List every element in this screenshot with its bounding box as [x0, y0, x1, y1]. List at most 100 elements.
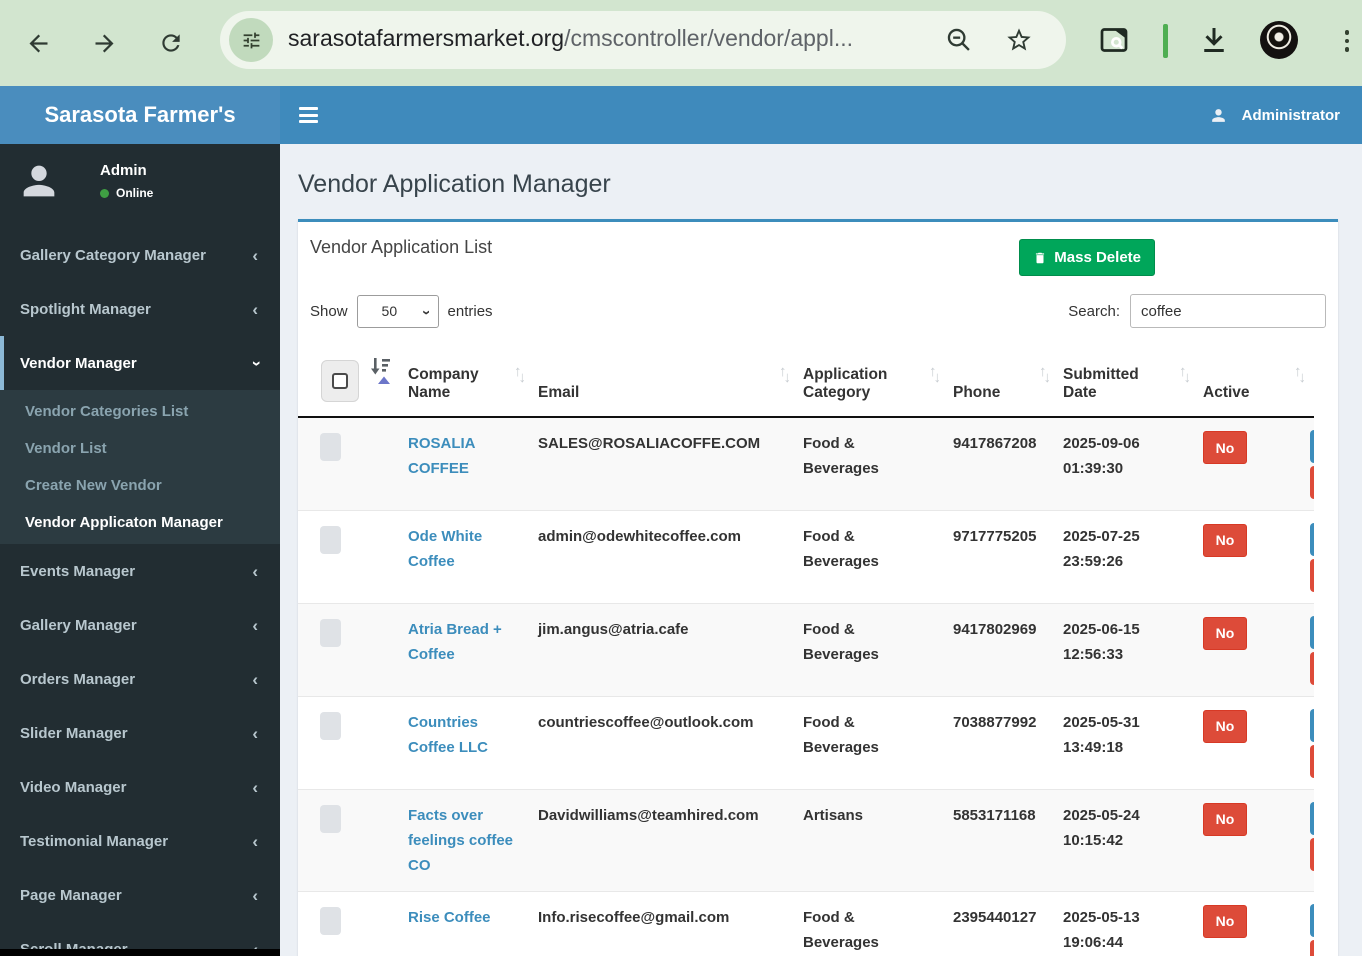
company-link[interactable]: Atria Bread + Coffee [408, 621, 502, 663]
sidebar-item-page-manager[interactable]: Page Manager‹ [0, 868, 280, 922]
hamburger-menu-icon[interactable] [299, 107, 318, 123]
active-toggle-button[interactable]: No [1203, 905, 1247, 938]
sort-arrows-icon[interactable]: ↑↓ [929, 366, 938, 383]
row-checkbox[interactable] [320, 619, 341, 647]
mass-delete-button[interactable]: Mass Delete [1019, 239, 1155, 276]
col-header-active[interactable]: Active↑↓ [1193, 352, 1308, 417]
page-length-select[interactable]: 50 ‹ [357, 295, 439, 328]
sort-arrows-icon[interactable]: ↑↓ [779, 366, 788, 383]
chrome-menu-icon[interactable] [1340, 24, 1354, 58]
col-header-category[interactable]: Application Category↑↓ [793, 352, 943, 417]
back-icon[interactable] [21, 26, 55, 60]
row-checkbox[interactable] [320, 712, 341, 740]
company-link[interactable]: Countries Coffee LLC [408, 714, 488, 756]
view-button[interactable] [1310, 523, 1314, 556]
row-select-cell [298, 417, 398, 510]
user-panel: Admin Online [0, 144, 280, 218]
reload-icon[interactable] [154, 26, 188, 60]
sort-arrows-icon[interactable]: ↑↓ [514, 366, 523, 383]
sidebar-subitem-vendor-categories-list[interactable]: Vendor Categories List [0, 393, 280, 430]
sort-arrows-icon[interactable]: ↑↓ [1179, 366, 1188, 383]
company-cell: Atria Bread + Coffee [398, 603, 528, 696]
search-label: Search: [1068, 303, 1120, 320]
table-row: Rise CoffeeInfo.risecoffee@gmail.comFood… [298, 891, 1314, 956]
active-cell: No [1193, 510, 1308, 603]
panel-title: Vendor Application List [310, 237, 492, 257]
profile-avatar[interactable] [1260, 21, 1298, 59]
category-cell: Food & Beverages [793, 603, 943, 696]
sidebar-item-testimonial-manager[interactable]: Testimonial Manager‹ [0, 814, 280, 868]
view-button[interactable] [1310, 430, 1314, 463]
actions-cell [1308, 417, 1314, 510]
bookmark-star-icon[interactable] [1005, 26, 1033, 54]
sidebar-item-vendor-manager[interactable]: Vendor Manager‹ [0, 336, 280, 390]
sidebar-item-spotlight-manager[interactable]: Spotlight Manager‹ [0, 282, 280, 336]
delete-button[interactable] [1310, 838, 1314, 871]
delete-button[interactable] [1310, 940, 1314, 956]
view-button[interactable] [1310, 802, 1314, 835]
forward-icon[interactable] [87, 26, 121, 60]
active-toggle-button[interactable]: No [1203, 617, 1247, 650]
col-header-submitted[interactable]: Submitted Date↑↓ [1053, 352, 1193, 417]
row-select-cell [298, 891, 398, 956]
sidebar-subitem-vendor-list[interactable]: Vendor List [0, 430, 280, 467]
select-all-checkbox[interactable] [321, 360, 359, 402]
row-checkbox[interactable] [320, 526, 341, 554]
company-link[interactable]: ROSALIA COFFEE [408, 435, 475, 477]
actions-cell [1308, 696, 1314, 789]
sidebar-item-gallery-manager[interactable]: Gallery Manager‹ [0, 598, 280, 652]
search-tabs-icon[interactable] [1096, 22, 1132, 58]
category-cell: Artisans [793, 789, 943, 891]
col-header-phone[interactable]: Phone↑↓ [943, 352, 1053, 417]
sidebar-item-events-manager[interactable]: Events Manager‹ [0, 544, 280, 598]
actions-cell [1308, 603, 1314, 696]
chevron-left-icon: ‹ [252, 779, 258, 796]
sort-arrows-icon[interactable]: ↑↓ [1294, 366, 1303, 383]
zoom-out-icon[interactable] [945, 26, 973, 54]
row-checkbox[interactable] [320, 805, 341, 833]
view-button[interactable] [1310, 709, 1314, 742]
active-toggle-button[interactable]: No [1203, 710, 1247, 743]
brand-title: Sarasota Farmer's [0, 86, 280, 144]
email-cell: jim.angus@atria.cafe [528, 603, 793, 696]
col-header-email[interactable]: Email↑↓ [528, 352, 793, 417]
company-link[interactable]: Ode White Coffee [408, 528, 482, 570]
sidebar-item-orders-manager[interactable]: Orders Manager‹ [0, 652, 280, 706]
sidebar-subitem-create-new-vendor[interactable]: Create New Vendor [0, 467, 280, 504]
select-all-header [298, 352, 398, 417]
delete-button[interactable] [1310, 559, 1314, 592]
company-cell: Ode White Coffee [398, 510, 528, 603]
row-checkbox[interactable] [320, 433, 341, 461]
active-toggle-button[interactable]: No [1203, 431, 1247, 464]
sidebar-subitem-vendor-applicaton-manager[interactable]: Vendor Applicaton Manager [0, 504, 280, 541]
category-cell: Food & Beverages [793, 696, 943, 789]
view-button[interactable] [1310, 904, 1314, 937]
row-checkbox[interactable] [320, 907, 341, 935]
company-link[interactable]: Facts over feelings coffee CO [408, 807, 513, 874]
chevron-left-icon: ‹ [252, 301, 258, 318]
active-toggle-button[interactable]: No [1203, 524, 1247, 557]
category-cell: Food & Beverages [793, 891, 943, 956]
delete-button[interactable] [1310, 745, 1314, 778]
sidebar-item-gallery-category-manager[interactable]: Gallery Category Manager‹ [0, 228, 280, 282]
sort-arrows-icon[interactable]: ↑↓ [1039, 366, 1048, 383]
sidebar-item-video-manager[interactable]: Video Manager‹ [0, 760, 280, 814]
download-icon[interactable] [1196, 22, 1232, 58]
table-row: Ode White Coffeeadmin@odewhitecoffee.com… [298, 510, 1314, 603]
view-button[interactable] [1310, 616, 1314, 649]
active-toggle-button[interactable]: No [1203, 803, 1247, 836]
administrator-menu[interactable]: Administrator [1209, 106, 1340, 125]
col-header-company[interactable]: Company Name↑↓ [398, 352, 528, 417]
delete-button[interactable] [1310, 466, 1314, 499]
address-bar[interactable]: sarasotafarmersmarket.org/cmscontroller/… [220, 11, 1066, 69]
company-link[interactable]: Rise Coffee [408, 909, 491, 926]
sort-active-icon[interactable] [370, 356, 392, 391]
category-cell: Food & Beverages [793, 417, 943, 510]
search-input[interactable] [1130, 294, 1326, 328]
company-cell: Rise Coffee [398, 891, 528, 956]
site-settings-icon[interactable] [229, 18, 273, 62]
delete-button[interactable] [1310, 652, 1314, 685]
sidebar-submenu: Vendor Categories ListVendor ListCreate … [0, 390, 280, 544]
vendor-table: Company Name↑↓ Email↑↓ Application Categ… [298, 352, 1314, 956]
sidebar-item-slider-manager[interactable]: Slider Manager‹ [0, 706, 280, 760]
